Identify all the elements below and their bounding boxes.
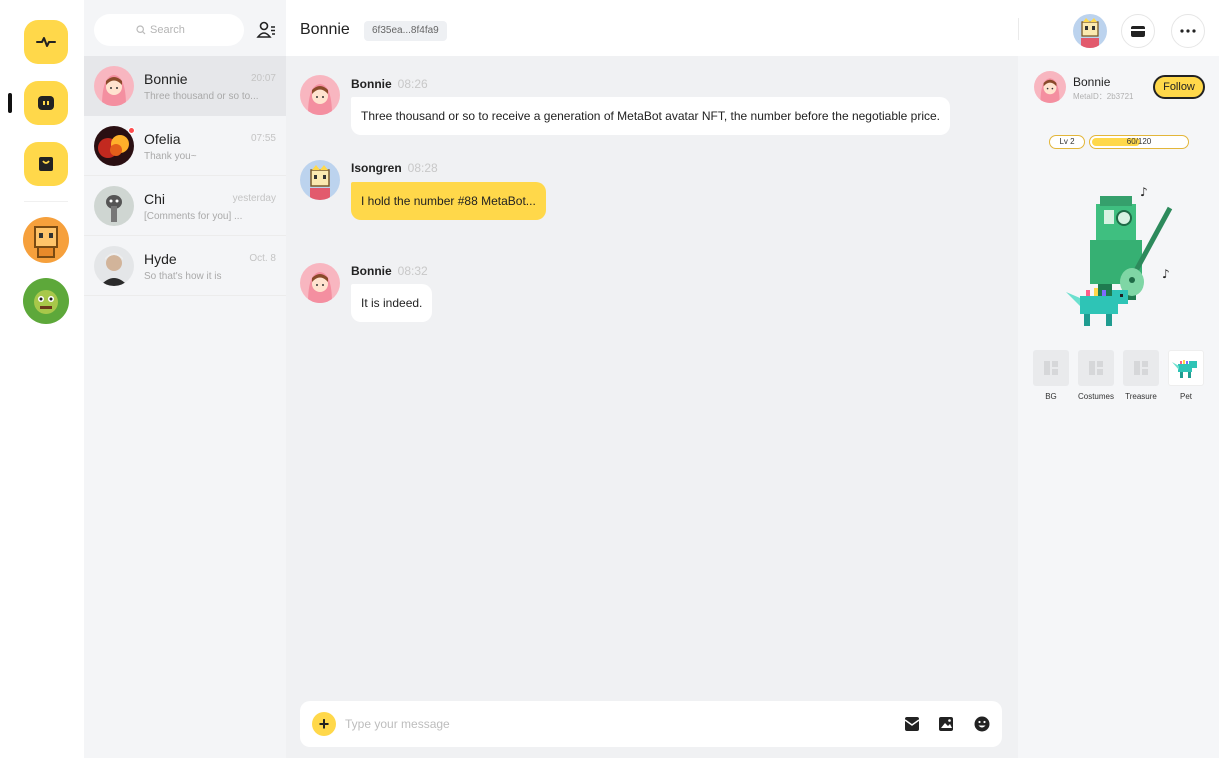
slot-costumes[interactable] xyxy=(1078,350,1114,386)
chat-title: Bonnie xyxy=(300,21,350,38)
conversation-item-bonnie[interactable]: Bonnie 20:07 Three thousand or so to... xyxy=(84,56,286,116)
wallet-address-badge[interactable]: 6f35ea...8f4fa9 xyxy=(364,21,447,41)
activity-icon xyxy=(36,37,56,47)
pet-dino-icon xyxy=(1172,360,1197,378)
wallet-icon xyxy=(1131,26,1145,37)
unread-dot xyxy=(128,127,135,134)
conversation-preview: [Comments for you] ... xyxy=(144,211,243,222)
message-header: Isongren 08:28 xyxy=(351,161,438,175)
message-bubble: It is indeed. xyxy=(351,284,433,322)
conversation-name: Hyde xyxy=(144,251,177,267)
app-window: Bonnie 20:07 Three thousand or so to... … xyxy=(0,0,1219,758)
active-indicator xyxy=(8,93,12,113)
message-composer: + xyxy=(300,701,1002,747)
wallet-button[interactable] xyxy=(1121,14,1155,48)
more-icon xyxy=(1180,29,1196,33)
rail-divider xyxy=(24,201,68,202)
toolbar-divider xyxy=(1018,18,1019,40)
conversation-time: 07:55 xyxy=(250,133,276,144)
message-time: 08:32 xyxy=(397,264,428,278)
conversation-item-hyde[interactable]: Hyde Oct. 8 So that's how it is xyxy=(84,236,286,296)
shop-button[interactable] xyxy=(24,142,68,186)
search-input[interactable] xyxy=(150,24,202,36)
top-right-toolbar xyxy=(1018,0,1219,56)
costumes-slot-icon xyxy=(1089,361,1103,375)
avatar xyxy=(94,186,134,226)
message-sender: Isongren xyxy=(351,161,402,175)
follow-button[interactable]: Follow xyxy=(1153,75,1205,99)
image-icon[interactable] xyxy=(937,715,955,733)
search-box[interactable] xyxy=(94,14,244,46)
message-avatar[interactable] xyxy=(300,263,340,303)
message-time: 08:26 xyxy=(397,77,428,91)
conversation-item-chi[interactable]: Chi yesterday [Comments for you] ... xyxy=(84,176,286,236)
chat-icon xyxy=(38,96,54,110)
monster-avatar[interactable] xyxy=(23,278,69,324)
xp-progress-bar: 60/120 xyxy=(1089,135,1189,149)
message-sender: Bonnie xyxy=(351,77,392,91)
conversation-preview: So that's how it is xyxy=(144,271,222,282)
conversation-time: 20:07 xyxy=(250,73,276,84)
bag-icon xyxy=(39,157,53,171)
message-sender: Bonnie xyxy=(351,264,392,278)
nav-rail xyxy=(0,0,84,758)
message-list: Bonnie 08:26 Three thousand or so to rece… xyxy=(286,56,1018,758)
svg-text:♪: ♪ xyxy=(1140,185,1148,199)
svg-text:♪: ♪ xyxy=(1162,267,1170,281)
level-badge: Lv 2 xyxy=(1049,135,1085,149)
avatar xyxy=(94,246,134,286)
conversation-name: Bonnie xyxy=(144,71,188,87)
profile-panel: Bonnie MetaID：2b3721 Follow Lv 2 60/120 … xyxy=(1018,56,1219,758)
red-packet-icon[interactable] xyxy=(903,715,921,733)
message-bubble: Three thousand or so to receive a genera… xyxy=(351,97,951,135)
chat-button[interactable] xyxy=(24,81,68,125)
message-header: Bonnie 08:26 xyxy=(351,77,428,91)
metabot-avatar[interactable] xyxy=(23,217,69,263)
more-button[interactable] xyxy=(1171,14,1205,48)
message-bubble: I hold the number #88 MetaBot... xyxy=(351,182,546,220)
treasure-slot-icon xyxy=(1134,361,1148,375)
conversation-preview: Thank you~ xyxy=(144,151,197,162)
chat-header: Bonnie 6f35ea...8f4fa9 xyxy=(286,0,1018,56)
message-avatar[interactable] xyxy=(300,75,340,115)
bg-slot-icon xyxy=(1044,361,1058,375)
contacts-icon[interactable] xyxy=(256,20,276,40)
message-input[interactable] xyxy=(345,714,845,734)
emoji-icon[interactable] xyxy=(973,715,991,733)
activity-button[interactable] xyxy=(24,20,68,64)
avatar xyxy=(94,66,134,106)
slot-label: Pet xyxy=(1179,392,1192,401)
profile-name: Bonnie xyxy=(1073,75,1111,89)
plus-icon: + xyxy=(318,714,330,734)
slot-pet[interactable] xyxy=(1168,350,1204,386)
conversation-item-ofelia[interactable]: Ofelia 07:55 Thank you~ xyxy=(84,116,286,176)
attach-button[interactable]: + xyxy=(312,712,336,736)
slot-label: BG xyxy=(1045,392,1057,401)
slot-treasure[interactable] xyxy=(1123,350,1159,386)
xp-progress-text: 60/120 xyxy=(1126,137,1152,146)
slot-label: Costumes xyxy=(1077,392,1114,401)
message-avatar[interactable] xyxy=(300,160,340,200)
conversation-time: yesterday xyxy=(232,193,276,204)
profile-meta-id: MetaID：2b3721 xyxy=(1073,92,1134,101)
search-icon xyxy=(136,25,146,35)
slot-label: Treasure xyxy=(1125,392,1157,401)
conversation-name: Chi xyxy=(144,191,166,207)
conversation-preview: Three thousand or so to... xyxy=(144,91,259,102)
message-time: 08:28 xyxy=(407,161,438,175)
conversation-time: Oct. 8 xyxy=(249,253,276,264)
metabot-nft-image: ♪ ♪ xyxy=(1066,185,1173,326)
user-avatar[interactable] xyxy=(1073,14,1107,48)
profile-avatar xyxy=(1034,71,1066,103)
message-header: Bonnie 08:32 xyxy=(351,264,428,278)
conversation-sidebar: Bonnie 20:07 Three thousand or so to... … xyxy=(84,0,286,758)
slot-bg[interactable] xyxy=(1033,350,1069,386)
conversation-name: Ofelia xyxy=(144,131,181,147)
